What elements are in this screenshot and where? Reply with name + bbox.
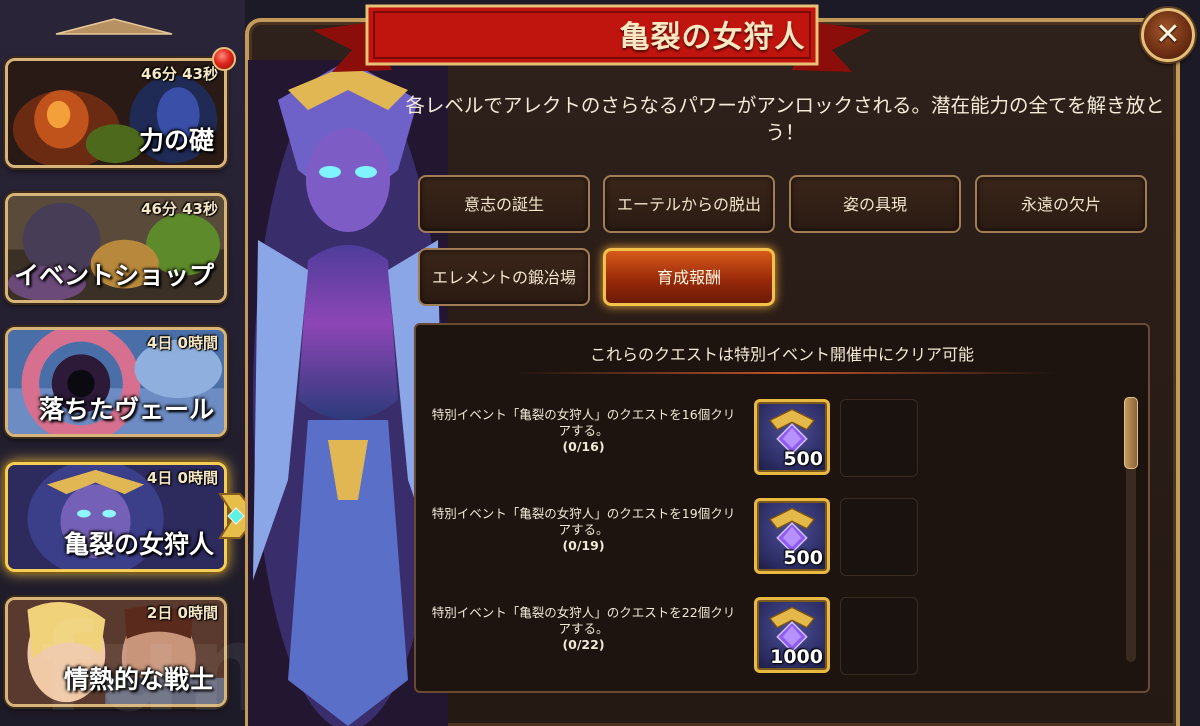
scroll-up-arrow-icon[interactable]: [52, 17, 176, 37]
reward-amount: 1000: [770, 646, 823, 668]
quest-progress: (0/22): [562, 637, 605, 652]
tab-birth-of-will[interactable]: 意志の誕生: [418, 175, 590, 233]
tab-eternal-shard[interactable]: 永遠の欠片: [975, 175, 1147, 233]
event-card-foundation[interactable]: 46分 43秒 力の礎: [5, 58, 227, 168]
event-card-fallen-veil[interactable]: 4日 0時間 落ちたヴェール: [5, 327, 227, 437]
event-timer: 4日 0時間: [146, 469, 218, 487]
page-title: 亀裂の女狩人: [619, 20, 806, 55]
event-timer: 4日 0時間: [146, 334, 218, 352]
quest-text: 特別イベント「亀裂の女狩人」のクエストを19個クリアする。: [431, 506, 736, 537]
close-button[interactable]: ✕: [1141, 8, 1195, 62]
empty-reward-slot: [840, 597, 918, 675]
quest-description: 特別イベント「亀裂の女狩人」のクエストを16個クリアする。 (0/16): [426, 407, 741, 455]
reward-item[interactable]: 500: [754, 399, 830, 475]
divider: [516, 372, 1056, 374]
event-timer: 2日 0時間: [146, 604, 218, 622]
quest-text: 特別イベント「亀裂の女狩人」のクエストを22個クリアする。: [431, 605, 736, 636]
quest-row: 特別イベント「亀裂の女狩人」のクエストを16個クリアする。 (0/16) 500: [416, 399, 1148, 479]
quest-progress: (0/19): [562, 538, 605, 553]
notification-badge: [212, 47, 236, 71]
quest-row: 特別イベント「亀裂の女狩人」のクエストを19個クリアする。 (0/19) 500: [416, 498, 1148, 578]
event-timer: 46分 43秒: [141, 65, 218, 83]
event-card-passionate-warrior[interactable]: 2日 0時間 情熱的な戦士: [5, 597, 227, 707]
quest-text: 特別イベント「亀裂の女狩人」のクエストを16個クリアする。: [431, 407, 736, 438]
event-card-event-shop[interactable]: 46分 43秒 イベントショップ: [5, 193, 227, 303]
event-timer: 46分 43秒: [141, 200, 218, 218]
quest-progress: (0/16): [562, 439, 605, 454]
close-icon: ✕: [1155, 17, 1181, 52]
tab-manifestation[interactable]: 姿の具現: [789, 175, 961, 233]
event-name: イベントショップ: [13, 261, 214, 290]
quest-description: 特別イベント「亀裂の女狩人」のクエストを19個クリアする。 (0/19): [426, 506, 741, 554]
empty-reward-slot: [840, 498, 918, 576]
quest-list-panel: これらのクエストは特別イベント開催中にクリア可能 特別イベント「亀裂の女狩人」の…: [414, 323, 1150, 693]
event-sidebar: 46分 43秒 力の礎 46分 43秒 イベントショップ 4日 0時間 落ちたヴ…: [0, 0, 271, 726]
event-name: 力の礎: [138, 126, 214, 155]
quest-description: 特別イベント「亀裂の女狩人」のクエストを22個クリアする。 (0/22): [426, 605, 741, 653]
reward-amount: 500: [783, 547, 823, 569]
quest-row: 特別イベント「亀裂の女狩人」のクエストを22個クリアする。 (0/22) 100…: [416, 597, 1148, 677]
tab-escape-from-ether[interactable]: エーテルからの脱出: [603, 175, 775, 233]
empty-reward-slot: [840, 399, 918, 477]
event-name: 情熱的な戦士: [63, 665, 214, 694]
reward-item[interactable]: 500: [754, 498, 830, 574]
scrollbar-thumb[interactable]: [1124, 397, 1138, 469]
event-description: 各レベルでアレクトのさらなるパワーがアンロックされる。潜在能力の全てを解き放とう…: [405, 94, 1165, 144]
tab-growth-rewards[interactable]: 育成報酬: [603, 248, 775, 306]
reward-item[interactable]: 1000: [754, 597, 830, 673]
tab-element-forge[interactable]: エレメントの鍛冶場: [418, 248, 590, 306]
quest-panel-header: これらのクエストは特別イベント開催中にクリア可能: [589, 345, 974, 364]
event-card-rift-huntress[interactable]: 4日 0時間 亀裂の女狩人: [5, 462, 227, 572]
reward-amount: 500: [783, 448, 823, 470]
event-name: 亀裂の女狩人: [63, 530, 214, 559]
event-name: 落ちたヴェール: [38, 395, 214, 424]
